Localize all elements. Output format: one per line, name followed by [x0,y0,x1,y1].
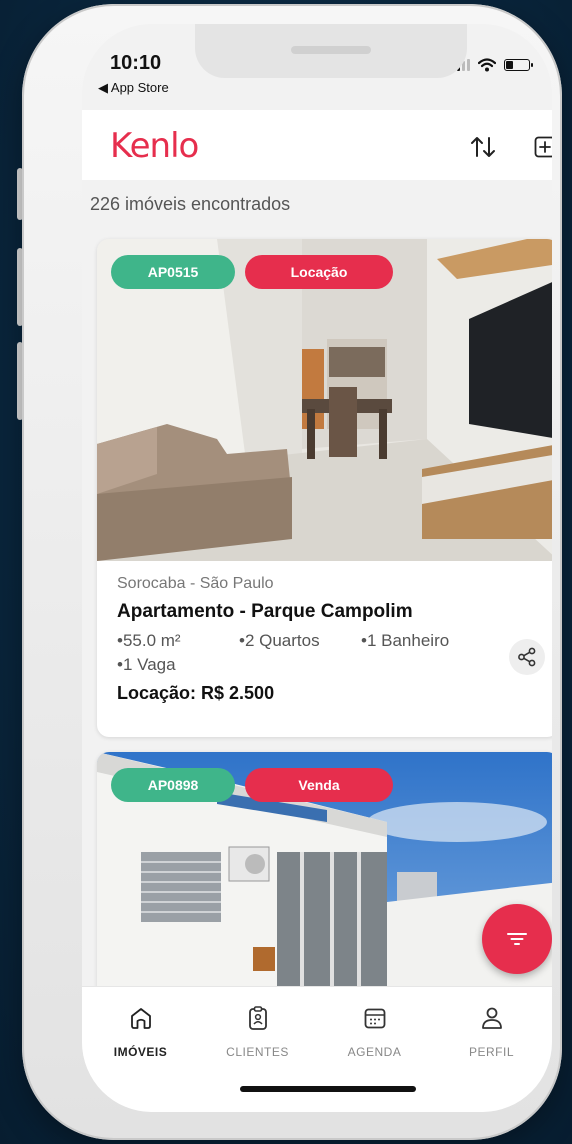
notch [195,24,467,78]
filter-button[interactable] [482,904,552,974]
property-title: Apartamento - Parque Campolim [117,601,413,622]
app-screen: 10:10 ◀ App Store Kenlo 226 imóveis enco… [82,24,552,1112]
property-code-badge: AP0515 [111,255,235,289]
transaction-type-badge: Venda [245,768,393,802]
property-features: •55.0 m² •2 Quartos •1 Banheiro •1 Vaga [117,631,497,679]
sort-icon[interactable] [470,134,496,160]
home-icon [130,1008,151,1029]
back-to-app-store-link[interactable]: ◀ App Store [98,80,169,96]
clipboard-icon [248,1006,267,1030]
property-photo: AP0515 Locação [97,239,552,561]
property-location: Sorocaba - São Paulo [117,575,274,592]
tab-clientes[interactable]: CLIENTES [199,1005,316,1059]
phone-frame: 10:10 ◀ App Store Kenlo 226 imóveis enco… [22,4,562,1140]
property-price: Locação: R$ 2.500 [117,683,275,703]
feature-bedrooms: •2 Quartos [239,631,320,650]
add-property-icon[interactable] [534,136,552,158]
app-header: Kenlo [82,110,552,180]
property-info: Sorocaba - São Paulo Apartamento - Parqu… [97,561,552,704]
tab-imoveis[interactable]: IMÓVEIS [82,1005,199,1059]
property-card[interactable]: AP0515 Locação Sorocaba - São Paulo Apar… [97,239,552,737]
user-icon [481,1007,502,1029]
home-indicator[interactable] [240,1086,416,1092]
status-time: 10:10 [110,52,162,74]
wifi-icon [478,58,496,72]
tab-label: IMÓVEIS [113,1045,168,1059]
bottom-tab-bar: IMÓVEIS CLIENTES AGENDA PERFIL [82,986,552,1112]
share-button[interactable] [509,639,545,675]
tab-perfil[interactable]: PERFIL [433,1005,550,1059]
filter-icon [507,933,527,945]
feature-parking: •1 Vaga [117,655,176,674]
calendar-icon [364,1008,385,1029]
feature-bathrooms: •1 Banheiro [361,631,450,650]
tab-label: CLIENTES [226,1045,289,1059]
share-icon [518,647,536,667]
results-count: 226 imóveis encontrados [90,194,291,214]
transaction-type-badge: Locação [245,255,393,289]
tab-label: AGENDA [347,1045,402,1059]
tab-label: PERFIL [468,1045,514,1059]
kenlo-logo: Kenlo [110,126,199,166]
property-code-badge: AP0898 [111,768,235,802]
battery-icon [504,59,533,71]
feature-area: •55.0 m² [117,631,181,650]
tab-agenda[interactable]: AGENDA [316,1005,433,1059]
